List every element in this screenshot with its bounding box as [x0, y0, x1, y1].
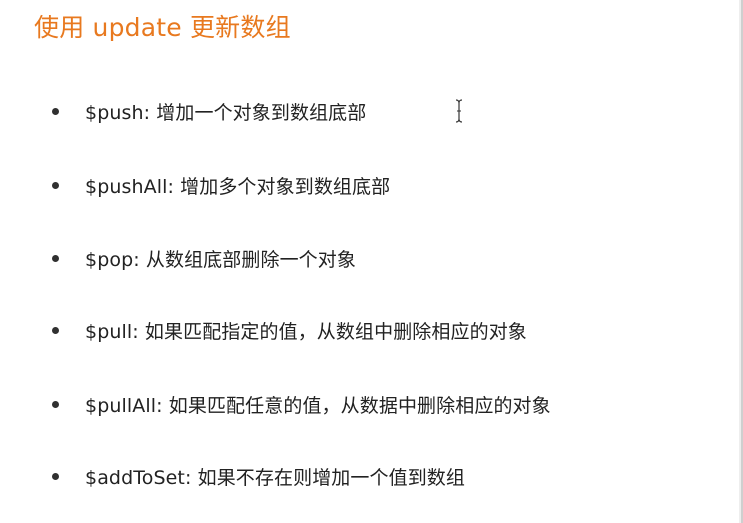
bullet-dot-icon	[52, 472, 59, 480]
bullet-dot-icon	[52, 326, 59, 334]
bullet-dot-icon	[52, 107, 59, 115]
bullet-text: $pull: 如果匹配指定的值，从数组中删除相应的对象	[85, 320, 527, 343]
list-item: $pullAll: 如果匹配任意的值，从数据中删除相应的对象	[52, 389, 551, 419]
slide: 使用 update 更新数组 $push: 增加一个对象到数组底部 $pushA…	[0, 0, 743, 523]
list-item: $pull: 如果匹配指定的值，从数组中删除相应的对象	[52, 315, 527, 345]
bullet-text: $push: 增加一个对象到数组底部	[85, 101, 367, 124]
list-item: $pushAll: 增加多个对象到数组底部	[52, 170, 390, 200]
bullet-dot-icon	[52, 254, 59, 262]
slide-title: 使用 update 更新数组	[34, 13, 291, 42]
bullet-text: $pop: 从数组底部删除一个对象	[85, 248, 356, 271]
list-item: $addToSet: 如果不存在则增加一个值到数组	[52, 461, 465, 491]
bullet-dot-icon	[52, 181, 59, 189]
list-item: $pop: 从数组底部删除一个对象	[52, 243, 356, 273]
bullet-text: $pullAll: 如果匹配任意的值，从数据中删除相应的对象	[85, 394, 551, 417]
text-cursor-icon	[455, 99, 463, 123]
bullet-text: $addToSet: 如果不存在则增加一个值到数组	[85, 466, 465, 489]
bullet-text: $pushAll: 增加多个对象到数组底部	[85, 175, 391, 198]
list-item: $push: 增加一个对象到数组底部	[52, 96, 366, 126]
bullet-dot-icon	[52, 400, 59, 408]
